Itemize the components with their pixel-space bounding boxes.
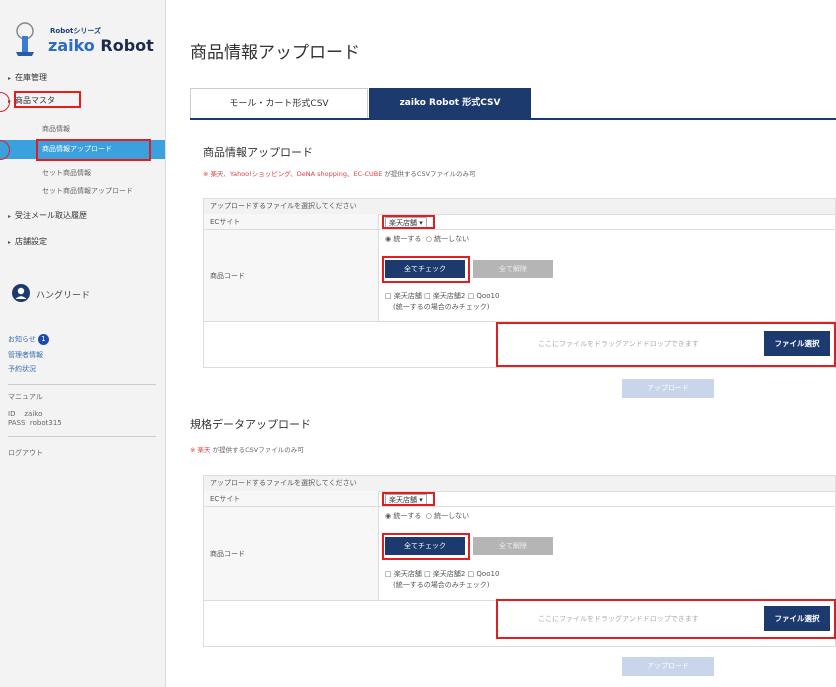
radio-group: ◉ 統一する ○ 統一しない xyxy=(385,511,469,521)
notices-label: お知らせ xyxy=(8,335,36,344)
highlight-box xyxy=(382,256,470,283)
tab-zaiko-robot-csv[interactable]: zaiko Robot 形式CSV xyxy=(369,88,531,119)
triangle-icon: ▸ xyxy=(8,213,12,220)
shop-checkbox-labels: 楽天店舗 □ 楽天店舗2 □ Qoo10 xyxy=(393,292,500,300)
notices-link[interactable]: お知らせ 1 xyxy=(8,334,49,345)
radio-group: ◉ 統一する ○ 統一しない xyxy=(385,234,469,244)
highlight-box xyxy=(382,492,435,506)
radio-label: 統一する xyxy=(393,512,422,520)
ec-site-label: ECサイト xyxy=(204,491,379,507)
robot-logo-icon xyxy=(16,22,34,56)
sidebar-sub-product-info[interactable]: 商品情報 xyxy=(42,124,70,134)
sidebar-item-shop-settings[interactable]: ▸ 店舗設定 xyxy=(8,236,47,247)
logout-link[interactable]: ログアウト xyxy=(8,448,43,458)
triangle-icon: ▸ xyxy=(8,239,12,246)
uncheck-all-button[interactable]: 全て解除 xyxy=(473,537,553,555)
tab-underline xyxy=(190,118,836,120)
logo-word-zaiko: zaiko xyxy=(48,36,95,55)
shop-checkboxes[interactable]: □ 楽天店舗 □ 楽天店舗2 □ Qoo10 xyxy=(385,291,499,301)
highlight-box xyxy=(36,139,151,161)
tab-mall-cart-csv[interactable]: モール・カート形式CSV xyxy=(190,88,368,119)
upload-button[interactable]: アップロード xyxy=(622,379,714,398)
product-code-cell: ◉ 統一する ○ 統一しない 全てチェック 全て解除 □ 楽天店舗 □ 楽天店舗… xyxy=(379,507,835,601)
reservation-status-link[interactable]: 予約状況 xyxy=(8,364,36,374)
radio-unify[interactable]: ◉ 統一する xyxy=(385,235,421,243)
radio-not-unify[interactable]: ○ 統一しない xyxy=(426,235,469,243)
sidebar-item-label: 受注メール取込履歴 xyxy=(15,211,88,220)
radio-label: 統一する xyxy=(393,235,422,243)
sidebar: Robotシリーズ zaiko Robot ▸ 在庫管理 ▸ 商品マスタ 商品情報 … xyxy=(0,0,166,687)
highlight-box xyxy=(382,533,470,560)
drop-zone-1[interactable]: ここにファイルをドラッグアンドドロップできます xyxy=(538,339,699,349)
pass-value: robot315 xyxy=(29,419,62,427)
pass-row: PASS robot315 xyxy=(8,419,62,427)
logo-series-text: Robotシリーズ xyxy=(50,27,102,35)
shop-checkbox-note: (統一するの場合のみチェック) xyxy=(393,303,490,311)
sidebar-sub-set-product-info[interactable]: セット商品情報 xyxy=(42,168,91,178)
section-title-spec-upload: 規格データアップロード xyxy=(190,418,311,431)
note-gray-text: が提供するCSVファイルのみ可 xyxy=(384,170,476,178)
uncheck-all-button[interactable]: 全て解除 xyxy=(473,260,553,278)
ec-site-label: ECサイト xyxy=(204,214,379,230)
file-select-button[interactable]: ファイル選択 xyxy=(764,331,830,356)
sidebar-item-label: 在庫管理 xyxy=(15,73,48,82)
product-code-cell: ◉ 統一する ○ 統一しない 全てチェック 全て解除 □ 楽天店舗 □ 楽天店舗… xyxy=(379,230,835,322)
sidebar-item-label: 商品マスタ xyxy=(15,96,56,105)
product-code-label: 商品コード xyxy=(204,230,379,322)
divider xyxy=(8,384,156,385)
section-note: ※ 楽天 が提供するCSVファイルのみ可 xyxy=(190,444,304,454)
sidebar-item-inventory[interactable]: ▸ 在庫管理 xyxy=(8,72,47,83)
page-title: 商品情報アップロード xyxy=(190,43,360,63)
user-name: ハングリード xyxy=(36,291,91,301)
logo-text: zaiko Robot xyxy=(48,36,154,55)
admin-info-link[interactable]: 管理者情報 xyxy=(8,350,43,360)
radio-not-unify[interactable]: ○ 統一しない xyxy=(426,512,469,520)
table-header: アップロードするファイルを選択してください xyxy=(204,199,835,215)
drop-zone-2[interactable]: ここにファイルをドラッグアンドドロップできます xyxy=(538,614,699,624)
id-value: zaiko xyxy=(24,410,43,418)
section-note: ※ 楽天、Yahoo!ショッピング、DeNA shopping、EC-CUBE … xyxy=(203,168,476,178)
sidebar-item-label: 店舗設定 xyxy=(15,237,48,246)
sidebar-item-product-master[interactable]: ▸ 商品マスタ xyxy=(8,95,55,106)
shop-checkboxes[interactable]: □ 楽天店舗 □ 楽天店舗2 □ Qoo10 xyxy=(385,569,499,579)
product-code-label: 商品コード xyxy=(204,507,379,601)
note-red-text: ※ 楽天、Yahoo!ショッピング、DeNA shopping、EC-CUBE xyxy=(203,170,383,178)
manual-link[interactable]: マニュアル xyxy=(8,392,43,402)
radio-unify[interactable]: ◉ 統一する xyxy=(385,512,421,520)
note-red-text: ※ 楽天 xyxy=(190,446,211,454)
section-title-product-upload: 商品情報アップロード xyxy=(203,146,313,159)
upload-button[interactable]: アップロード xyxy=(622,657,714,676)
ec-site-cell: 楽天店舗 ▾ xyxy=(379,491,835,507)
user-icon xyxy=(12,284,30,302)
notice-count-badge: 1 xyxy=(37,334,49,345)
sidebar-sub-set-product-upload[interactable]: セット商品情報アップロード xyxy=(42,186,133,196)
note-gray-text: が提供するCSVファイルのみ可 xyxy=(212,446,304,454)
table-header: アップロードするファイルを選択してください xyxy=(204,476,835,492)
id-row: ID zaiko xyxy=(8,410,42,418)
radio-label: 統一しない xyxy=(434,512,470,520)
sidebar-item-order-mail[interactable]: ▸ 受注メール取込履歴 xyxy=(8,210,87,221)
shop-checkbox-labels: 楽天店舗 □ 楽天店舗2 □ Qoo10 xyxy=(393,570,500,578)
triangle-icon: ▸ xyxy=(8,75,12,82)
id-label: ID xyxy=(8,410,16,418)
shop-checkbox-note: (統一するの場合のみチェック) xyxy=(393,581,490,589)
file-select-button[interactable]: ファイル選択 xyxy=(764,606,830,631)
pass-label: PASS xyxy=(8,419,26,427)
ec-site-cell: 楽天店舗 ▾ xyxy=(379,214,835,230)
triangle-icon: ▸ xyxy=(8,98,12,105)
radio-label: 統一しない xyxy=(434,235,470,243)
highlight-box xyxy=(382,215,435,229)
divider xyxy=(8,436,156,437)
logo-word-robot: Robot xyxy=(100,36,154,55)
